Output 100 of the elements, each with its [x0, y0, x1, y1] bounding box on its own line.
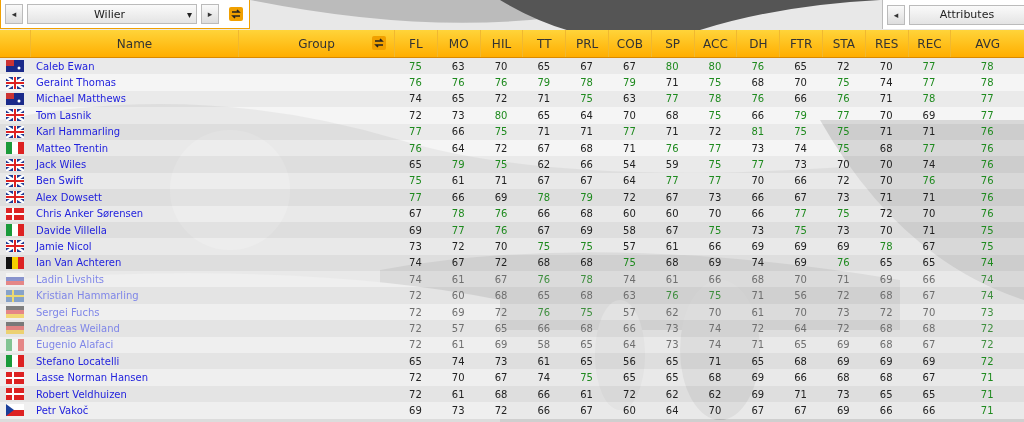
- column-header[interactable]: Group: [298, 36, 335, 51]
- table-cell-text: 71: [836, 273, 851, 285]
- table-cell-text: 75: [793, 126, 808, 138]
- column-header[interactable]: Name: [30, 30, 238, 57]
- previous-button[interactable]: ◂: [887, 4, 905, 25]
- table-cell-text: 66: [707, 241, 723, 252]
- table-cell-text: 61: [536, 355, 552, 367]
- rider-name[interactable]: Karl Hammarling: [30, 126, 238, 138]
- view-dropdown[interactable]: Attributes: [909, 4, 1024, 25]
- table-cell-text: 66: [536, 404, 552, 416]
- table-cell-text: 69: [408, 404, 423, 416]
- swap-icon[interactable]: [372, 36, 386, 50]
- table-cell-text: 66: [707, 273, 723, 285]
- table-cell-text: 76: [536, 306, 552, 318]
- rider-name[interactable]: Lasse Norman Hansen: [30, 372, 238, 384]
- table-cell-text: 78: [536, 191, 552, 203]
- rider-name[interactable]: Matteo Trentin: [30, 142, 238, 154]
- column-header[interactable]: TT: [522, 30, 566, 57]
- column-header[interactable]: HIL: [479, 30, 523, 57]
- table-cell-text: 65: [664, 355, 680, 367]
- column-header[interactable]: REC: [907, 30, 951, 57]
- rider-name[interactable]: Robert Veldhuizen: [30, 388, 238, 400]
- table-cell-text: 65: [622, 372, 637, 384]
- table-cell-text: 64: [622, 339, 637, 351]
- column-header[interactable]: MO: [436, 30, 480, 57]
- table-cell-text: 72: [408, 290, 423, 302]
- table-cell-text: 63: [622, 290, 637, 302]
- table-cell-text: 68: [493, 388, 509, 400]
- table-cell-text: 65: [878, 257, 894, 269]
- table-cell-text: 74: [450, 355, 466, 367]
- rider-name[interactable]: Stefano Locatelli: [30, 355, 238, 367]
- table-cell-text: 69: [793, 241, 808, 252]
- column-header[interactable]: ACC: [693, 30, 737, 57]
- table-cell-text: 67: [450, 257, 466, 269]
- table-cell-text: 65: [921, 257, 937, 269]
- swap-icon[interactable]: [229, 7, 243, 21]
- column-header[interactable]: FTR: [779, 30, 822, 57]
- table-cell-text: 61: [450, 273, 466, 285]
- rider-name[interactable]: Jamie Nicol: [30, 241, 238, 252]
- rider-name[interactable]: Petr Vakoč: [30, 404, 238, 416]
- column-header[interactable]: SP: [650, 30, 694, 57]
- column-header[interactable]: PRL: [565, 30, 608, 57]
- table-cell-text: 72: [493, 306, 509, 318]
- rider-name[interactable]: Alex Dowsett: [30, 191, 238, 203]
- rider-name[interactable]: Michael Matthews: [30, 93, 238, 105]
- column-header[interactable]: STA: [821, 30, 865, 57]
- table-cell-text: 66: [793, 372, 808, 384]
- table-cell-text: 80: [493, 109, 509, 121]
- table-cell-text: 57: [450, 322, 466, 334]
- table-cell-text: 69: [450, 306, 466, 318]
- flag-icon: [6, 240, 24, 253]
- table-cell-text: 74: [408, 273, 423, 285]
- table-cell-text: 76: [493, 77, 509, 89]
- table-cell-text: 66: [793, 93, 808, 105]
- table-cell-text: 72: [836, 322, 851, 334]
- table-cell-text: 62: [664, 388, 680, 400]
- table-cell-text: 74: [979, 257, 995, 269]
- rider-name[interactable]: Geraint Thomas: [30, 77, 238, 89]
- table-cell-text: 73: [836, 191, 851, 203]
- table-cell-text: 66: [921, 404, 937, 416]
- table-cell-text: 70: [921, 208, 937, 220]
- table-cell-text: 76: [664, 142, 680, 154]
- table-cell-text: 68: [493, 290, 509, 302]
- table-cell-text: 69: [707, 257, 723, 269]
- column-header[interactable]: DH: [736, 30, 780, 57]
- column-header[interactable]: AVG: [950, 30, 1024, 57]
- table-cell-text: 74: [707, 322, 723, 334]
- rider-name[interactable]: Tom Lasnik: [30, 109, 238, 121]
- table-cell-text: 78: [921, 93, 937, 105]
- table-cell-text: 74: [979, 273, 995, 285]
- table-cell-text: 68: [579, 142, 594, 154]
- table-cell-text: 77: [408, 191, 423, 203]
- table-cell-text: 69: [750, 388, 766, 400]
- flag-icon: [6, 306, 24, 319]
- column-header[interactable]: RES: [864, 30, 908, 57]
- table-cell-text: 72: [979, 339, 995, 351]
- table-cell-text: 61: [664, 273, 680, 285]
- rider-name[interactable]: Ian Van Achteren: [30, 257, 238, 269]
- rider-name[interactable]: Chris Anker Sørensen: [30, 208, 238, 220]
- rider-name[interactable]: Jack Wiles: [30, 159, 238, 171]
- table-cell-text: 70: [793, 306, 808, 318]
- rider-name[interactable]: Caleb Ewan: [30, 60, 238, 72]
- next-button[interactable]: ▸: [201, 4, 219, 24]
- column-header[interactable]: FL: [394, 30, 437, 57]
- table-cell-text: 76: [979, 208, 995, 220]
- table-cell-text: 72: [750, 322, 766, 334]
- table-cell-text: 76: [921, 175, 937, 187]
- table-cell-text: 68: [579, 208, 594, 220]
- table-cell-text: 74: [408, 257, 423, 269]
- table-cell-text: 64: [579, 109, 594, 121]
- previous-button[interactable]: ◂: [5, 4, 23, 24]
- rider-name[interactable]: Ben Swift: [30, 175, 238, 187]
- table-cell-text: 70: [450, 372, 466, 384]
- table-cell-text: 68: [921, 322, 937, 334]
- flag-icon: [6, 338, 24, 351]
- table-cell-text: 77: [622, 126, 637, 138]
- team-dropdown[interactable]: Wilier ▾: [27, 4, 197, 24]
- rider-name[interactable]: Davide Villella: [30, 224, 238, 236]
- column-header[interactable]: COB: [608, 30, 651, 57]
- table-cell-text: 75: [579, 372, 594, 384]
